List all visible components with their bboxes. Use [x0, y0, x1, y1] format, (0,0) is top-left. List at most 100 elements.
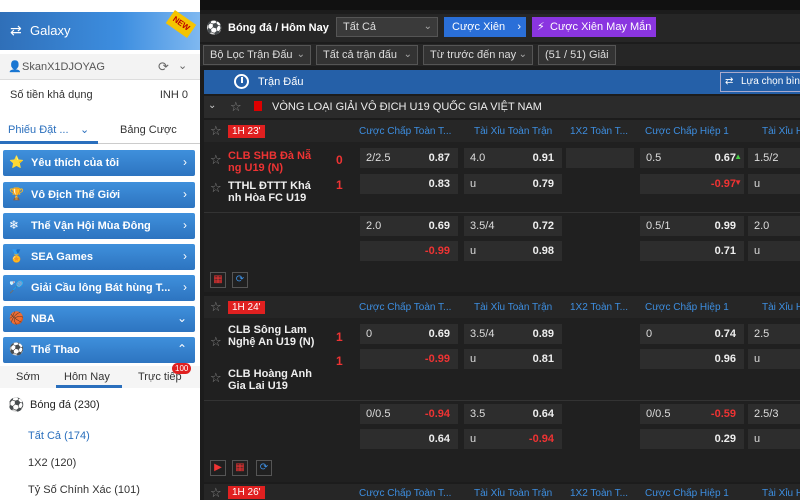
- odds-cell[interactable]: 0.5/1 0.99: [640, 216, 744, 236]
- sidebar-item-badminton[interactable]: 🏸 Giải Cầu lông Bát hùng T... ›: [3, 275, 195, 301]
- star-icon[interactable]: ☆: [210, 370, 222, 386]
- odds-value: 0.79: [532, 178, 554, 190]
- active-tab-indicator: [0, 141, 98, 144]
- star-icon[interactable]: ☆: [210, 334, 222, 350]
- odds-cell[interactable]: 2.0: [748, 216, 800, 236]
- star-icon[interactable]: ☆: [210, 123, 222, 139]
- column-header: Cược Chấp Hiệp 1: [645, 126, 729, 137]
- sidebar-item-nba[interactable]: 🏀 NBA ⌄: [3, 306, 195, 332]
- play-icon[interactable]: ▶: [210, 460, 226, 476]
- balance-label: Số tiền khả dụng: [10, 89, 93, 101]
- stats-icon[interactable]: ▦: [210, 272, 226, 288]
- star-icon[interactable]: ☆: [210, 152, 222, 168]
- odds-cell[interactable]: 0 0.74: [640, 324, 744, 344]
- odds-cell[interactable]: u: [748, 241, 800, 261]
- time-filter[interactable]: Từ trước đến nay ⌄: [423, 45, 533, 65]
- star-icon[interactable]: ☆: [230, 99, 242, 115]
- refresh-icon[interactable]: ⟳: [232, 272, 248, 288]
- new-badge: NEW: [165, 9, 197, 39]
- chevron-down-icon[interactable]: ⌄: [80, 123, 89, 136]
- sidebar-item-sports[interactable]: ⚽ Thể Thao ⌃: [3, 337, 195, 363]
- sidebar-item-sea-games[interactable]: 🏅 SEA Games ›: [3, 244, 195, 270]
- lucky-parlay-label: Cược Xiên May Mắn: [550, 21, 652, 33]
- sidebar: ⇄ Galaxy NEW 👤 SkanX1DJOYAG ⟳ ⌄ Số tiền …: [0, 0, 200, 500]
- odds-cell-empty[interactable]: [566, 148, 634, 168]
- lucky-icon: ⚡: [537, 21, 545, 33]
- parlay-button[interactable]: Cược Xiên ›: [444, 17, 526, 37]
- odds-cell[interactable]: -0.99: [360, 349, 458, 369]
- odds-cell[interactable]: u 0.81: [464, 349, 562, 369]
- odds-cell[interactable]: u: [748, 349, 800, 369]
- tab-bet-slip[interactable]: Phiếu Đặt ...: [8, 124, 69, 136]
- sport-soccer[interactable]: ⚽ Bóng đá (230): [0, 392, 200, 418]
- odds-cell[interactable]: 4.0 0.91: [464, 148, 562, 168]
- odds-cell[interactable]: 0.5 0.67 ▲: [640, 148, 744, 168]
- chevron-down-icon[interactable]: ⌄: [208, 100, 216, 111]
- odds-cell[interactable]: 3.5/4 0.72: [464, 216, 562, 236]
- match-filter-button[interactable]: Bộ Lọc Trận Đấu ⌄: [203, 45, 311, 65]
- odds-line: 2.5: [754, 328, 770, 340]
- sidebar-item-winter-olympics[interactable]: ❄ Thế Vận Hội Mùa Đông ›: [3, 213, 195, 239]
- odds-cell[interactable]: 1.5/2: [748, 148, 800, 168]
- sidebar-item-world-cup[interactable]: 🏆 Vô Địch Thế Giới ›: [3, 182, 195, 208]
- odds-cell[interactable]: -0.99: [360, 241, 458, 261]
- refresh-icon[interactable]: ⟳: [256, 460, 272, 476]
- odds-cell[interactable]: 3.5/4 0.89: [464, 324, 562, 344]
- odds-cell[interactable]: 2.5/3: [748, 404, 800, 424]
- odds-choice-button[interactable]: ⇄ Lựa chọn bình: [720, 72, 800, 92]
- league-filter[interactable]: (51 / 51) Giải: [538, 45, 616, 65]
- odds-value: 0.98: [532, 245, 554, 257]
- brand-banner[interactable]: ⇄ Galaxy NEW: [0, 9, 200, 50]
- swap-icon[interactable]: ⇄: [10, 22, 22, 39]
- odds-line: u: [470, 245, 477, 257]
- odds-cell[interactable]: 0 0.69: [360, 324, 458, 344]
- star-icon[interactable]: ☆: [210, 485, 222, 500]
- column-header: 1X2 Toàn T...: [570, 126, 629, 137]
- odds-cell[interactable]: 2/2.5 0.87: [360, 148, 458, 168]
- odds-cell[interactable]: 3.5 0.64: [464, 404, 562, 424]
- star-icon[interactable]: ☆: [210, 299, 222, 315]
- sub-item-all[interactable]: Tất Cả (174): [0, 424, 200, 448]
- tab-today[interactable]: Hôm Nay: [64, 371, 110, 383]
- stats-icon[interactable]: ▦: [232, 460, 248, 476]
- odds-line: u: [754, 245, 761, 257]
- sub-item-correct-score[interactable]: Tỷ Số Chính Xác (101): [0, 478, 200, 500]
- tab-odds-board[interactable]: Bảng Cược: [120, 124, 177, 136]
- odds-cell[interactable]: 0.83: [360, 174, 458, 194]
- odds-value: 0.29: [714, 433, 736, 445]
- odds-value: 0.72: [532, 220, 554, 232]
- tab-early[interactable]: Sớm: [16, 371, 40, 383]
- odds-cell[interactable]: 0.71: [640, 241, 744, 261]
- sub-item-1x2[interactable]: 1X2 (120): [0, 451, 200, 475]
- odds-value: 0.71: [714, 245, 736, 257]
- sidebar-item-favorites[interactable]: ⭐ Yêu thích của tôi ›: [3, 150, 195, 176]
- all-matches-filter[interactable]: Tất cả trận đấu ⌄: [316, 45, 418, 65]
- league-header[interactable]: ⌄ ☆ VÒNG LOẠI GIẢI VÔ ĐỊCH U19 QUỐC GIA …: [204, 96, 800, 118]
- odds-cell[interactable]: 2.5: [748, 324, 800, 344]
- lucky-parlay-button[interactable]: ⚡ Cược Xiên May Mắn: [532, 17, 656, 37]
- odds-line: 2.0: [366, 220, 382, 232]
- market-select[interactable]: Tất Cả ⌄: [336, 17, 438, 37]
- odds-line: 0.5/1: [646, 220, 671, 232]
- odds-cell[interactable]: u: [748, 174, 800, 194]
- odds-cell[interactable]: 0.96: [640, 349, 744, 369]
- odds-cell[interactable]: u 0.98: [464, 241, 562, 261]
- league-name: VÒNG LOẠI GIẢI VÔ ĐỊCH U19 QUỐC GIA VIỆT…: [272, 101, 542, 113]
- odds-cell[interactable]: 0/0.5 -0.59: [640, 404, 744, 424]
- star-icon[interactable]: ☆: [210, 180, 222, 196]
- odds-cell[interactable]: -0.97 ▼: [640, 174, 744, 194]
- odds-cell[interactable]: 0/0.5 -0.94: [360, 404, 458, 424]
- balance-row: Số tiền khả dụng INH 0: [0, 82, 200, 108]
- market-select-value: Tất Cả: [343, 21, 377, 33]
- refresh-icon[interactable]: ⟳: [158, 59, 169, 75]
- filter-label: (51 / 51) Giải: [545, 49, 609, 61]
- odds-cell[interactable]: 2.0 0.69: [360, 216, 458, 236]
- odds-cell[interactable]: u 0.79: [464, 174, 562, 194]
- odds-line: 1.5/2: [754, 152, 779, 164]
- odds-cell[interactable]: u -0.94: [464, 429, 562, 449]
- odds-cell[interactable]: 0.64: [360, 429, 458, 449]
- chevron-down-icon[interactable]: ⌄: [178, 59, 187, 72]
- snowflake-icon: ❄: [9, 218, 20, 232]
- odds-cell[interactable]: 0.29: [640, 429, 744, 449]
- odds-cell[interactable]: u: [748, 429, 800, 449]
